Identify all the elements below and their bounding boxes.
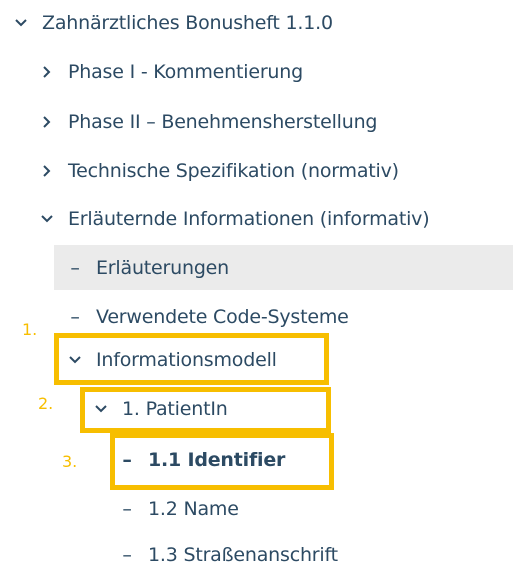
chevron-down-icon[interactable] [10, 12, 32, 34]
tree-item-label: Verwendete Code-Systeme [96, 306, 349, 328]
tree-item-erlaeuterungen[interactable]: – Erläuterungen [66, 253, 229, 283]
tree-item-name[interactable]: – 1.2 Name [118, 494, 239, 524]
tree-item-label: 1.3 Straßenanschrift [148, 544, 338, 566]
annotation-box-3 [110, 433, 334, 490]
tree-item-technische-spezifikation[interactable]: Technische Spezifikation (normativ) [36, 156, 399, 186]
leaf-dash-icon: – [122, 544, 132, 566]
annotation-box-1 [54, 333, 329, 385]
leaf-dash-icon: – [70, 306, 80, 328]
chevron-right-icon[interactable] [36, 111, 58, 133]
annotation-number-1: 1. [22, 320, 38, 339]
tree-item-phase-1[interactable]: Phase I - Kommentierung [36, 57, 303, 87]
tree-item-verwendete-code-systeme[interactable]: – Verwendete Code-Systeme [66, 302, 349, 332]
tree-item-label: Zahnärztliches Bonusheft 1.1.0 [42, 12, 333, 34]
tree-item-erlaeuternde-informationen[interactable]: Erläuternde Informationen (informativ) [36, 204, 430, 234]
annotation-number-2: 2. [38, 394, 54, 413]
annotation-number-3: 3. [62, 452, 78, 471]
tree-item-strassenanschrift[interactable]: – 1.3 Straßenanschrift [118, 540, 338, 570]
annotation-box-2 [80, 387, 331, 433]
chevron-right-icon[interactable] [36, 61, 58, 83]
tree-item-root[interactable]: Zahnärztliches Bonusheft 1.1.0 [10, 8, 333, 38]
tree-item-label: Phase II – Benehmensherstellung [68, 111, 378, 133]
tree-item-label: Phase I - Kommentierung [68, 61, 303, 83]
leaf-dash-icon: – [70, 257, 80, 279]
tree-item-label: Technische Spezifikation (normativ) [68, 160, 399, 182]
tree-item-label: 1.2 Name [148, 498, 239, 520]
tree-item-phase-2[interactable]: Phase II – Benehmensherstellung [36, 107, 377, 137]
tree-item-label: Erläuterungen [96, 257, 230, 279]
chevron-down-icon[interactable] [36, 208, 58, 230]
leaf-dash-icon: – [122, 498, 132, 520]
tree-item-label: Erläuternde Informationen (informativ) [68, 208, 430, 230]
chevron-right-icon[interactable] [36, 160, 58, 182]
